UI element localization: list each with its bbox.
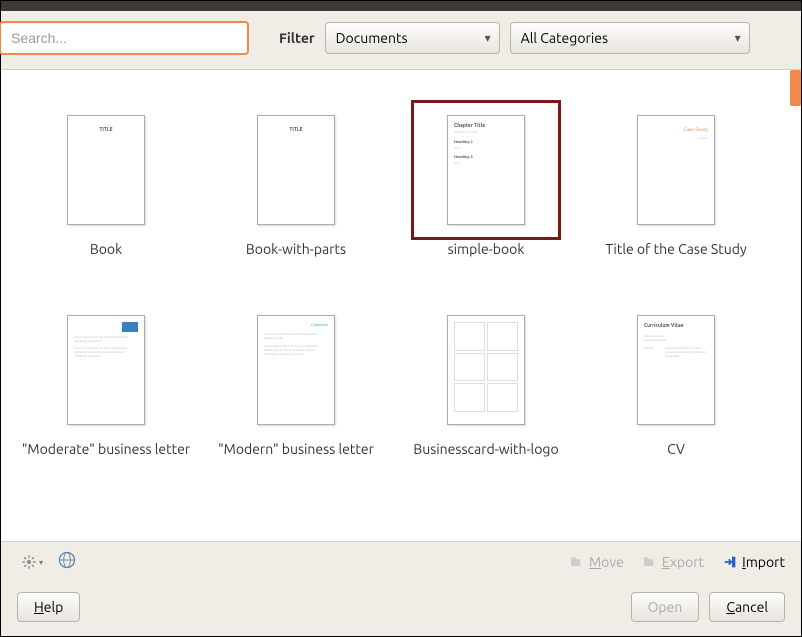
export-button: Export bbox=[642, 554, 704, 570]
titlebar bbox=[1, 1, 801, 11]
template-thumbnail: Lorem ipsum dolor sit amet consectetur a… bbox=[31, 300, 181, 440]
bottom-button-row: Help Open Cancel bbox=[1, 582, 801, 636]
cancel-button[interactable]: Cancel bbox=[709, 592, 785, 622]
filter-label: Filter bbox=[279, 30, 315, 46]
template-item[interactable]: TITLEBook bbox=[11, 100, 201, 300]
import-button[interactable]: Import bbox=[722, 554, 785, 570]
move-label: Move bbox=[589, 554, 624, 570]
filter-type-dropdown[interactable]: Documents bbox=[325, 22, 500, 54]
template-label: Book-with-parts bbox=[240, 240, 352, 258]
export-label: Export bbox=[662, 554, 704, 570]
template-thumbnail: Case Studyproduct bbox=[601, 100, 751, 240]
import-label: Import bbox=[742, 554, 785, 570]
scrollbar-thumb[interactable] bbox=[790, 70, 801, 106]
template-dialog: Filter Documents All Categories TITLEBoo… bbox=[0, 0, 802, 637]
template-label: CV bbox=[661, 440, 691, 458]
template-thumbnail: Chapter TitleSubtitle text areaHeading 2… bbox=[411, 100, 561, 240]
template-item[interactable]: Chapter TitleSubtitle text areaHeading 2… bbox=[391, 100, 581, 300]
search-input[interactable] bbox=[0, 21, 249, 55]
template-thumbnail: TITLE bbox=[31, 100, 181, 240]
template-item[interactable]: Curriculum VitaeName line textAddress li… bbox=[581, 300, 771, 500]
template-grid: TITLEBookTITLEBook-with-partsChapter Tit… bbox=[1, 70, 789, 541]
toolbar: Filter Documents All Categories bbox=[1, 11, 801, 70]
template-item[interactable]: Case StudyproductTitle of the Case Study bbox=[581, 100, 771, 300]
filter-type-value: Documents bbox=[336, 30, 408, 46]
template-thumbnail: TITLE bbox=[221, 100, 371, 240]
action-row: Move Export Import bbox=[1, 541, 801, 582]
template-label: simple-book bbox=[442, 240, 531, 258]
template-item[interactable]: CompanyLorem ipsum dolor sit amet consec… bbox=[201, 300, 391, 500]
template-thumbnail: CompanyLorem ipsum dolor sit amet consec… bbox=[221, 300, 371, 440]
filter-category-value: All Categories bbox=[521, 30, 608, 46]
template-label: "Modern" business letter bbox=[212, 440, 380, 458]
template-label: "Moderate" business letter bbox=[16, 440, 196, 458]
template-label: Businesscard-with-logo bbox=[407, 440, 564, 458]
template-grid-container: TITLEBookTITLEBook-with-partsChapter Tit… bbox=[1, 70, 801, 541]
template-item[interactable]: Businesscard-with-logo bbox=[391, 300, 581, 500]
settings-menu-button[interactable] bbox=[17, 550, 47, 574]
filter-category-dropdown[interactable]: All Categories bbox=[510, 22, 750, 54]
template-label: Title of the Case Study bbox=[599, 240, 752, 258]
template-item[interactable]: Lorem ipsum dolor sit amet consectetur a… bbox=[11, 300, 201, 500]
template-label: Book bbox=[84, 240, 128, 258]
template-thumbnail bbox=[411, 300, 561, 440]
move-button: Move bbox=[569, 554, 624, 570]
online-templates-button[interactable] bbox=[57, 550, 77, 574]
open-button: Open bbox=[631, 592, 700, 622]
scrollbar[interactable] bbox=[789, 70, 801, 541]
template-thumbnail: Curriculum VitaeName line textAddress li… bbox=[601, 300, 751, 440]
template-item[interactable]: TITLEBook-with-parts bbox=[201, 100, 391, 300]
help-button[interactable]: Help bbox=[17, 592, 80, 622]
